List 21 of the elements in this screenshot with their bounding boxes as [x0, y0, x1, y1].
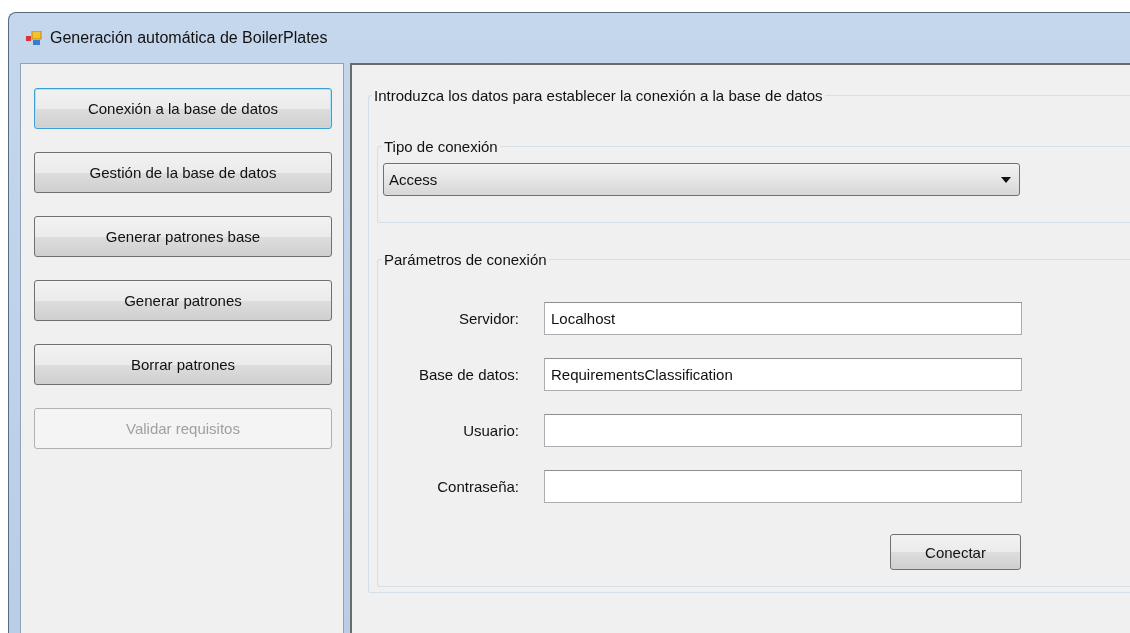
- input-field[interactable]: RequirementsClassification: [544, 358, 1022, 391]
- nav-button[interactable]: Gestión de la base de datos: [34, 152, 332, 193]
- window-title: Generación automática de BoilerPlates: [50, 29, 328, 47]
- connection-type-dropdown[interactable]: Access: [383, 163, 1020, 196]
- nav-button[interactable]: Conexión a la base de datos: [34, 88, 332, 129]
- field-label: Usuario:: [462, 422, 519, 439]
- connect-button[interactable]: Conectar: [890, 534, 1021, 570]
- field-label: Base de datos:: [417, 366, 519, 383]
- input-field[interactable]: [544, 470, 1022, 503]
- field-label: Contraseña:: [436, 478, 519, 495]
- app-icon: [26, 31, 42, 45]
- nav-button[interactable]: Generar patrones: [34, 280, 332, 321]
- input-field[interactable]: Localhost: [544, 302, 1022, 335]
- nav-button[interactable]: Borrar patrones: [34, 344, 332, 385]
- group-title: Parámetros de conexión: [383, 251, 548, 268]
- nav-button[interactable]: Generar patrones base: [34, 216, 332, 257]
- dropdown-arrow-icon: [1001, 176, 1011, 183]
- group-title: Introduzca los datos para establecer la conexión a la base de datos: [373, 87, 824, 104]
- field-label: Servidor:: [457, 310, 519, 327]
- group-title: Tipo de conexión: [383, 138, 499, 155]
- input-field[interactable]: [544, 414, 1022, 447]
